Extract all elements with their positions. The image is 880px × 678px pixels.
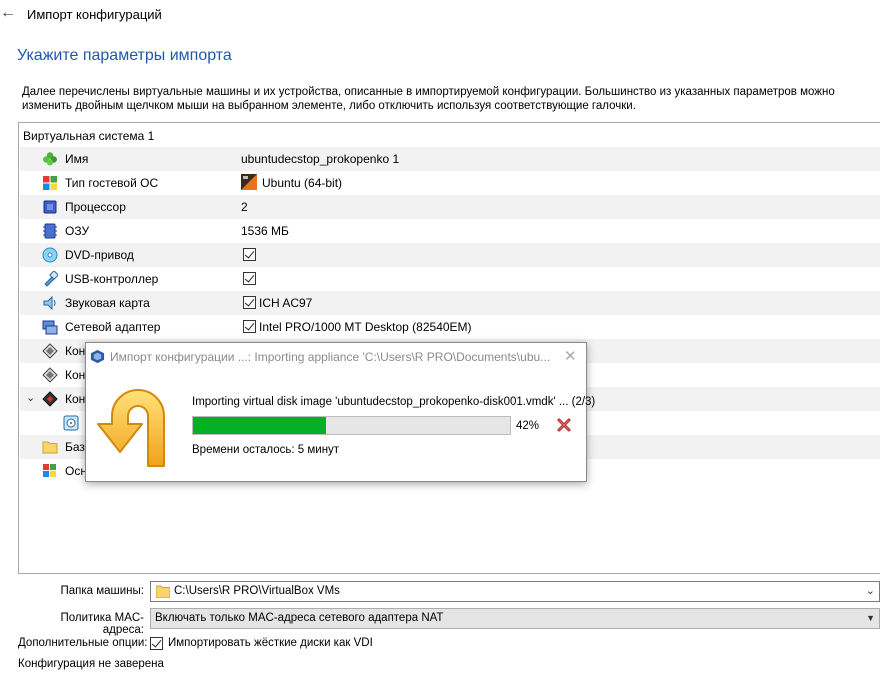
name-icon xyxy=(43,152,57,166)
row-value: ICH AC97 xyxy=(259,296,313,310)
close-icon[interactable]: ✕ xyxy=(564,347,577,365)
row-value: 1536 МБ xyxy=(241,224,289,238)
row-label: ОЗУ xyxy=(65,224,90,238)
progress-bar xyxy=(192,416,511,435)
controller-sata-icon xyxy=(42,391,58,407)
virtual-system-header[interactable]: Виртуальная система 1 xyxy=(23,129,154,143)
machine-folder-value: C:\Users\R PRO\VirtualBox VMs xyxy=(174,585,340,597)
time-remaining: Времени осталось: 5 минут xyxy=(192,444,340,456)
tree-row-usb[interactable]: USB-контроллер xyxy=(20,267,880,291)
tree-row-ram[interactable]: ОЗУ 1536 МБ xyxy=(20,219,880,243)
row-label: Сетевой адаптер xyxy=(65,320,161,334)
signature-status: Конфигурация не заверена xyxy=(18,658,164,670)
dialog-title: Импорт конфигурации ...: Importing appli… xyxy=(110,350,550,364)
tree-row-network[interactable]: Сетевой адаптер Intel PRO/1000 MT Deskto… xyxy=(20,315,880,339)
dropdown-arrow-icon[interactable]: ▼ xyxy=(866,613,875,623)
import-vdi-checkbox[interactable] xyxy=(150,637,163,650)
description-icon xyxy=(43,464,56,477)
cancel-icon[interactable] xyxy=(556,417,572,433)
network-checkbox[interactable] xyxy=(243,320,256,333)
row-label: DVD-привод xyxy=(65,248,134,262)
folder-icon xyxy=(156,585,170,598)
import-arrow-icon xyxy=(97,389,165,467)
progress-percent: 42% xyxy=(516,420,540,432)
virtualbox-icon xyxy=(90,349,105,364)
os-type-icon xyxy=(43,176,57,190)
cpu-icon xyxy=(43,200,57,214)
row-value: Ubuntu (64-bit) xyxy=(262,176,343,190)
tree-row-audio[interactable]: Звуковая карта ICH AC97 xyxy=(20,291,880,315)
extra-options-label: Дополнительные опции: xyxy=(18,637,148,649)
dvd-checkbox[interactable] xyxy=(243,248,256,261)
import-vdi-label[interactable]: Импортировать жёсткие диски как VDI xyxy=(168,637,373,649)
dialog-title-bar: Импорт конфигурации ...: Importing appli… xyxy=(86,343,586,371)
row-label: Тип гостевой ОС xyxy=(65,176,159,190)
tree-row-dvd[interactable]: DVD-привод xyxy=(20,243,880,267)
audio-icon xyxy=(43,295,56,311)
row-label: USB-контроллер xyxy=(65,272,159,286)
row-label: Кон xyxy=(65,392,86,406)
tree-row-name[interactable]: Имя ubuntudecstop_prokopenko 1 xyxy=(20,147,880,171)
ubuntu-icon xyxy=(241,174,257,190)
window-title: Импорт конфигураций xyxy=(27,7,162,22)
back-arrow-icon[interactable]: ← xyxy=(0,4,16,22)
usb-checkbox[interactable] xyxy=(243,272,256,285)
mac-policy-value: Включать только MAC-адреса сетевого адап… xyxy=(155,612,444,624)
progress-message: Importing virtual disk image 'ubuntudecs… xyxy=(192,396,596,408)
row-label: Процессор xyxy=(65,200,126,214)
controller-icon xyxy=(42,367,58,383)
title-bar: ← Импорт конфигураций xyxy=(0,0,880,30)
row-label: Кон xyxy=(65,344,86,358)
chevron-down-icon[interactable]: ⌄ xyxy=(866,584,875,597)
network-icon xyxy=(42,320,58,335)
progress-bar-fill xyxy=(193,417,327,434)
row-label: Звуковая карта xyxy=(65,296,150,310)
mac-policy-label: Политика MAC-адреса: xyxy=(60,612,145,636)
machine-folder-combo[interactable]: C:\Users\R PRO\VirtualBox VMs ⌄ xyxy=(150,581,880,602)
chevron-down-icon[interactable]: ⌄ xyxy=(26,391,35,404)
page-heading: Укажите параметры импорта xyxy=(17,47,232,64)
row-value: 2 xyxy=(241,200,248,214)
row-value: ubuntudecstop_prokopenko 1 xyxy=(241,152,400,166)
disk-icon xyxy=(63,415,79,431)
controller-icon xyxy=(42,343,58,359)
tree-row-os-type[interactable]: Тип гостевой ОС Ubuntu (64-bit) xyxy=(20,171,880,195)
row-label: Имя xyxy=(65,152,89,166)
usb-icon xyxy=(44,271,58,287)
row-label: Осн xyxy=(65,464,87,478)
import-progress-dialog: Импорт конфигурации ...: Importing appli… xyxy=(85,342,595,482)
tree-row-cpu[interactable]: Процессор 2 xyxy=(20,195,880,219)
row-label: Кон xyxy=(65,368,86,382)
mac-policy-select[interactable]: Включать только MAC-адреса сетевого адап… xyxy=(150,608,880,629)
audio-checkbox[interactable] xyxy=(243,296,256,309)
page-description: Далее перечислены виртуальные машины и и… xyxy=(22,86,835,112)
dvd-icon xyxy=(42,247,58,263)
folder-icon xyxy=(42,441,58,454)
machine-folder-label: Папка машины: xyxy=(60,585,144,597)
ram-icon xyxy=(43,223,57,239)
row-value: Intel PRO/1000 MT Desktop (82540EM) xyxy=(259,320,472,334)
